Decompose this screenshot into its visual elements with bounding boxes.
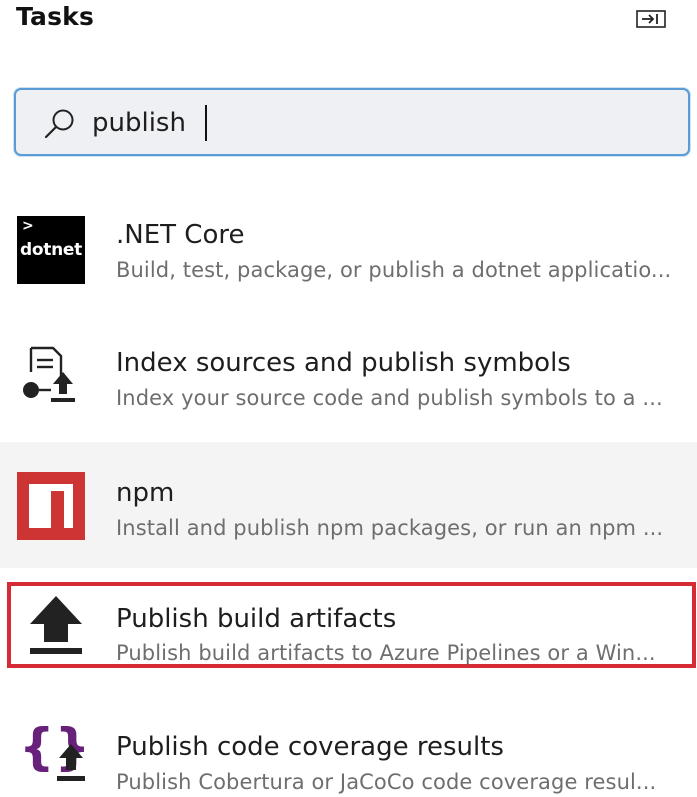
task-description: Build, test, package, or publish a dotne… (116, 258, 672, 282)
panel-title: Tasks (16, 2, 95, 31)
task-name: Publish build artifacts (116, 604, 397, 634)
task-index-sources[interactable]: Index sources and publish symbols Index … (0, 318, 697, 440)
task-name: Publish code coverage results (116, 732, 504, 762)
task-name: .NET Core (116, 220, 245, 250)
task-npm[interactable]: npm Install and publish npm packages, or… (0, 442, 697, 568)
npm-logo-icon (17, 472, 85, 540)
collapse-panel-button[interactable] (634, 8, 668, 30)
task-description: Publish Cobertura or JaCoCo code coverag… (116, 770, 657, 794)
panel-header: Tasks (0, 0, 697, 50)
task-description: Install and publish npm packages, or run… (116, 516, 664, 540)
task-dotnet-core[interactable]: > dotnet .NET Core Build, test, package,… (0, 190, 697, 310)
upload-arrow-icon (30, 596, 82, 654)
search-box[interactable] (14, 88, 690, 156)
task-description: Index your source code and publish symbo… (116, 386, 663, 410)
index-symbols-icon (23, 346, 75, 402)
task-publish-code-coverage[interactable]: {} Publish code coverage results Publish… (0, 688, 697, 797)
task-description: Publish build artifacts to Azure Pipelin… (116, 641, 656, 665)
search-input[interactable] (92, 102, 652, 144)
tasks-panel: Tasks > dotnet .NET Core Build, test, pa… (0, 0, 697, 797)
task-name: npm (116, 478, 175, 508)
code-coverage-icon: {} (19, 718, 85, 781)
search-icon (44, 109, 74, 139)
dotnet-logo-text: dotnet (20, 240, 82, 260)
dotnet-logo-icon: > dotnet (17, 216, 85, 284)
task-publish-build-artifacts[interactable]: Publish build artifacts Publish build ar… (7, 582, 696, 668)
task-name: Index sources and publish symbols (116, 348, 571, 378)
text-caret (205, 105, 207, 141)
collapse-panel-icon (636, 10, 666, 28)
